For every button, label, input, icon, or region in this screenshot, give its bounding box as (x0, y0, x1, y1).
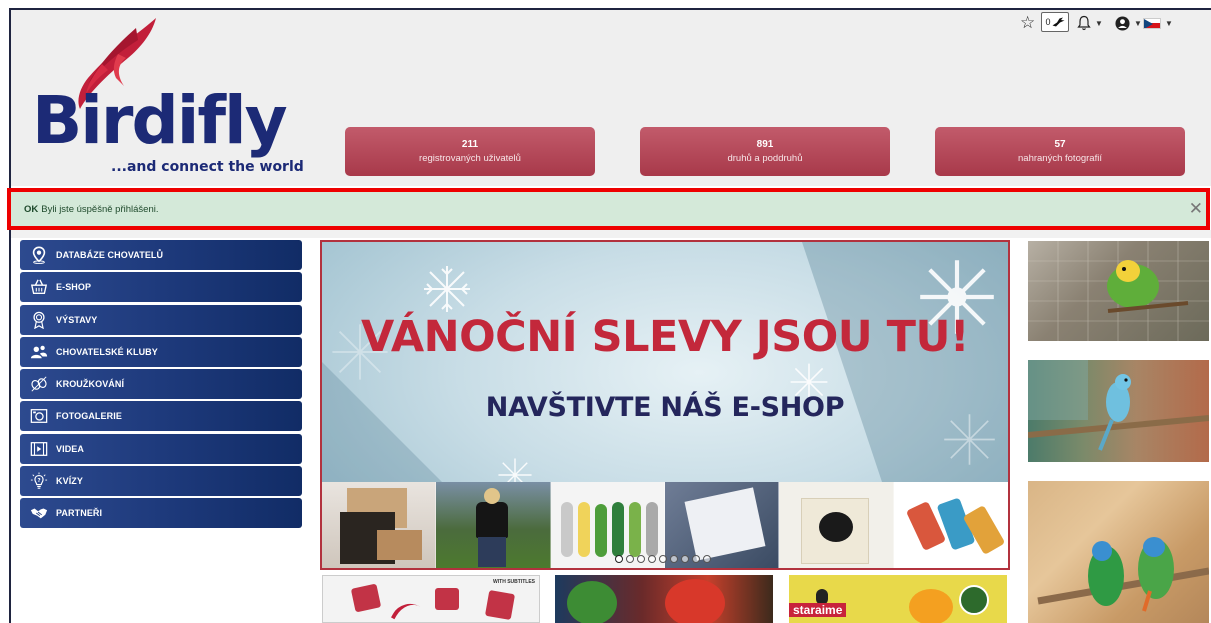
tile-label: WITH SUBTITLES (493, 579, 535, 585)
sidebar-nav: DATABÁZE CHOVATELŮ E-SHOP VÝSTAVY CHOVAT… (20, 240, 302, 531)
promo-carousel[interactable]: VÁNOČNÍ SLEVY JSOU TU! NAVŠTIVTE NÁŠ E-S… (320, 240, 1010, 570)
bird-photo (1037, 537, 1209, 612)
carousel-dot[interactable] (659, 555, 667, 563)
users-group-icon (30, 345, 48, 359)
svg-text:?: ? (37, 478, 40, 484)
page: ☆ 0 ▼ ▼ ▼ Birdifly ...and connect the wo… (0, 0, 1211, 623)
logo-feather-graphic (390, 596, 428, 622)
sidebar-item-label: CHOVATELSKÉ KLUBY (56, 346, 158, 357)
product-image-box-set[interactable] (322, 482, 437, 568)
tile-parrot-artwork[interactable] (555, 575, 773, 623)
chevron-down-icon: ▼ (1165, 18, 1173, 28)
content-top-band (11, 230, 1211, 238)
stat-value: 57 (1054, 139, 1066, 150)
carousel-dot[interactable] (648, 555, 656, 563)
logo-tagline: ...and connect the world (111, 159, 304, 175)
award-rosette-icon (33, 311, 45, 329)
stat-card-photos: 57 nahraných fotografií (935, 127, 1185, 176)
product-image-tshirt[interactable] (436, 482, 551, 568)
carousel-dot[interactable] (670, 555, 678, 563)
product-image-socks[interactable] (893, 482, 1008, 568)
sidebar-item-label: VÝSTAVY (56, 314, 98, 325)
favorites-count: 0 (1045, 17, 1051, 27)
banner-subtitle: NAVŠTIVTE NÁŠ E-SHOP (485, 392, 845, 423)
sidebar-item-partners[interactable]: PARTNEŘI (20, 498, 302, 529)
stat-label: registrovaných uživatelů (419, 153, 521, 164)
snowflake-icon (424, 266, 470, 312)
sidebar-item-photo-gallery[interactable]: FOTOGALERIE (20, 401, 302, 432)
sidebar-item-label: PARTNEŘI (56, 508, 103, 519)
carousel-dot[interactable] (692, 555, 700, 563)
carousel-dot[interactable] (615, 555, 623, 563)
chevron-down-icon: ▼ (1134, 18, 1142, 28)
sidebar-item-label: KVÍZY (56, 476, 84, 487)
stat-value: 891 (756, 139, 774, 150)
stat-label: nahraných fotografií (1018, 153, 1102, 164)
tile-label: staraime (789, 603, 847, 617)
lightbulb-question-icon: ? (30, 472, 48, 489)
carousel-indicators (615, 555, 711, 563)
shopping-basket-icon (30, 279, 48, 295)
sidebar-item-quizzes[interactable]: ? KVÍZY (20, 466, 302, 497)
chevron-down-icon: ▼ (1095, 18, 1103, 28)
sidebar-item-e-shop[interactable]: E-SHOP (20, 272, 302, 303)
banner-title: VÁNOČNÍ SLEVY JSOU TU! (360, 312, 970, 362)
czech-flag-icon (1143, 17, 1161, 29)
carousel-dot[interactable] (703, 555, 711, 563)
bird-icon (1052, 17, 1064, 27)
stat-card-species: 891 druhů a poddruhů (640, 127, 890, 176)
sidebar-item-breeder-clubs[interactable]: CHOVATELSKÉ KLUBY (20, 336, 302, 367)
favorites-count-button[interactable]: 0 (1041, 12, 1069, 32)
location-pin-icon (32, 246, 46, 264)
parrot-image (567, 581, 617, 623)
logo-wordmark: Birdifly (32, 82, 288, 159)
photo-green-parrot-cage[interactable] (1028, 241, 1209, 341)
stat-card-users: 211 registrovaných uživatelů (345, 127, 595, 176)
bell-icon (1077, 15, 1091, 31)
bird-photo (1028, 241, 1209, 341)
handshake-icon (30, 508, 48, 519)
carousel-dot[interactable] (626, 555, 634, 563)
parrot-image (665, 579, 725, 623)
sidebar-item-label: FOTOGALERIE (56, 411, 122, 422)
photo-ringneck-parakeet[interactable] (1028, 360, 1209, 462)
account-dropdown[interactable]: ▼ (1115, 12, 1142, 34)
film-icon (484, 589, 516, 621)
carousel-dot[interactable] (681, 555, 689, 563)
notifications-dropdown[interactable]: ▼ (1077, 12, 1103, 34)
sidebar-item-breeders-database[interactable]: DATABÁZE CHOVATELŮ (20, 240, 302, 270)
film-icon (30, 441, 48, 456)
stat-value: 211 (461, 139, 479, 150)
parrot-image (909, 589, 953, 623)
stat-label: druhů a poddruhů (727, 153, 803, 164)
language-dropdown[interactable]: ▼ (1143, 12, 1173, 34)
users-group-icon (435, 588, 459, 610)
avatar (959, 585, 989, 615)
sidebar-item-label: DATABÁZE CHOVATELŮ (56, 250, 164, 260)
tile-community-features[interactable]: WITH SUBTITLES (322, 575, 540, 623)
sidebar-item-videos[interactable]: VIDEA (20, 433, 302, 464)
carousel-dot[interactable] (637, 555, 645, 563)
handshake-icon (350, 583, 382, 613)
camera-icon (30, 409, 48, 424)
photo-grass-parakeets[interactable] (1028, 481, 1209, 623)
rings-icon (31, 376, 47, 392)
bird-photo (1028, 360, 1209, 451)
sidebar-item-ringing[interactable]: KROUŽKOVÁNÍ (20, 369, 302, 400)
sidebar-item-label: KROUŽKOVÁNÍ (56, 379, 125, 390)
product-image-tote-bag[interactable] (779, 482, 894, 568)
favorites-star-icon[interactable]: ☆ (1020, 12, 1035, 34)
sidebar-item-label: E-SHOP (56, 282, 92, 293)
sidebar-item-label: VIDEA (56, 443, 85, 454)
tile-podcast[interactable]: staraime (789, 575, 1007, 623)
birdifly-logo[interactable]: Birdifly ...and connect the world (28, 18, 304, 177)
alert-highlight-box (7, 188, 1210, 230)
sidebar-item-exhibitions[interactable]: VÝSTAVY (20, 304, 302, 335)
user-circle-icon (1115, 15, 1130, 31)
